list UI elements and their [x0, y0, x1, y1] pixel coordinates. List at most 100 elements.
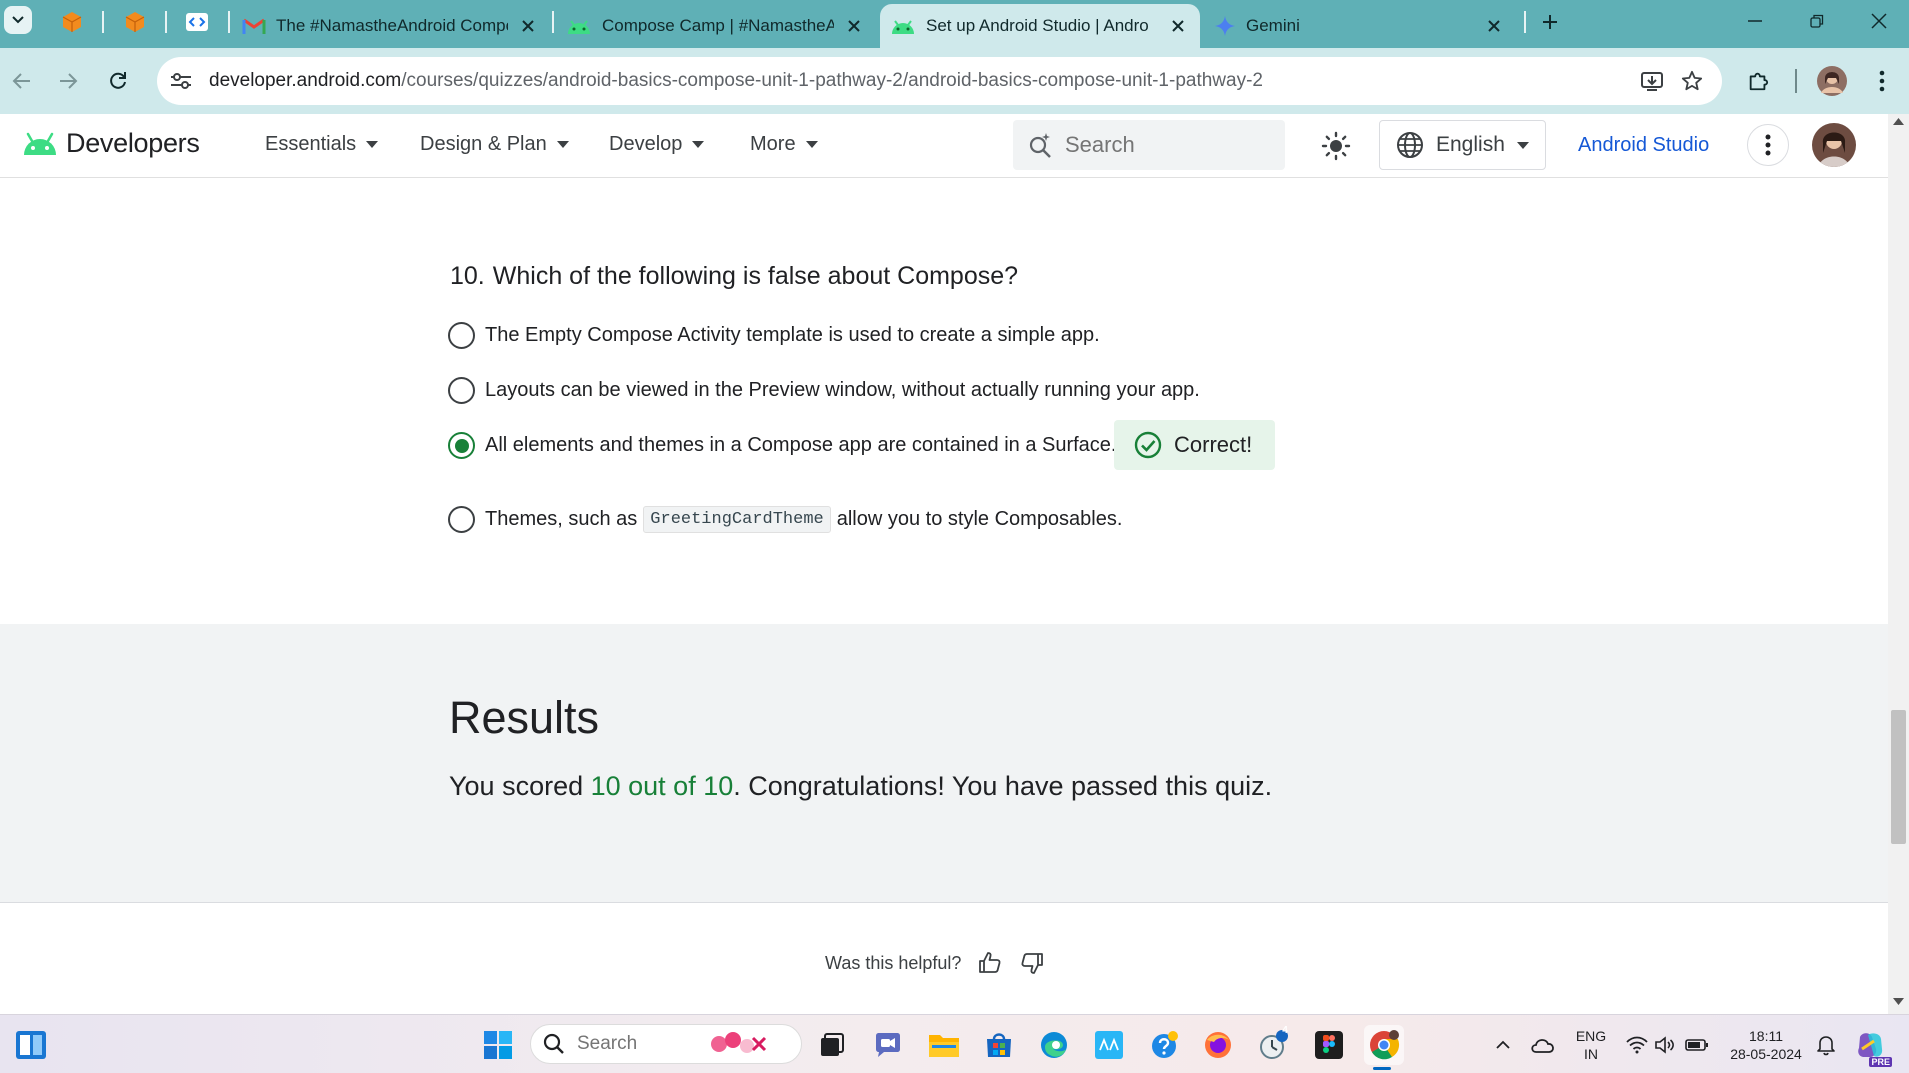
install-app-button[interactable]: [1632, 61, 1672, 101]
address-bar[interactable]: developer.android.com/courses/quizzes/an…: [157, 57, 1722, 105]
teams-chat-button[interactable]: [868, 1025, 908, 1065]
bell-icon: [1817, 1036, 1835, 1056]
tab-gemini[interactable]: Gemini: [1204, 4, 1516, 48]
clock[interactable]: 18:11 28-05-2024: [1722, 1027, 1810, 1063]
tab-setup-android-studio[interactable]: Set up Android Studio | Andro: [880, 4, 1200, 48]
caret-down-icon: [692, 141, 705, 148]
android-icon: [568, 20, 590, 34]
thumbs-up-icon: [979, 952, 1001, 973]
tab-search-button[interactable]: [4, 6, 32, 34]
figma-button[interactable]: [1309, 1025, 1349, 1065]
caret-down-icon: [805, 141, 818, 148]
battery-button[interactable]: [1677, 1025, 1717, 1065]
thumbs-down-button[interactable]: [1019, 950, 1045, 976]
close-tab-button[interactable]: [842, 14, 866, 38]
site-more-button[interactable]: [1747, 124, 1789, 166]
forward-button[interactable]: [48, 61, 88, 101]
taskbar-search-input[interactable]: [577, 1033, 707, 1055]
site-search-box[interactable]: [1013, 120, 1285, 170]
restore-button[interactable]: [1789, 0, 1845, 42]
nav-more[interactable]: More: [750, 133, 818, 156]
tune-icon: [171, 73, 191, 89]
onedrive-button[interactable]: [1523, 1025, 1563, 1065]
theme-toggle-button[interactable]: [1314, 124, 1358, 168]
reload-button[interactable]: [98, 61, 138, 101]
account-avatar[interactable]: [1812, 123, 1856, 167]
radio-button[interactable]: [448, 506, 475, 533]
file-explorer-button[interactable]: [924, 1025, 964, 1065]
code-icon: [186, 13, 208, 31]
page-scrollbar[interactable]: [1888, 114, 1909, 1014]
tab-title: Gemini: [1246, 16, 1300, 35]
minimize-button[interactable]: [1727, 0, 1783, 42]
help-button[interactable]: [1144, 1025, 1184, 1065]
answer-option[interactable]: Layouts can be viewed in the Preview win…: [448, 377, 1200, 404]
close-tab-button[interactable]: [1166, 14, 1190, 38]
radio-button[interactable]: [448, 322, 475, 349]
close-icon: [1488, 20, 1500, 32]
tab-gmail[interactable]: The #NamastheAndroid Compo: [232, 4, 550, 48]
widgets-button[interactable]: [11, 1025, 51, 1065]
shortcut-app-button[interactable]: 4: [1253, 1025, 1293, 1065]
chrome-button[interactable]: [1364, 1025, 1404, 1065]
nav-design-plan[interactable]: Design & Plan: [420, 133, 569, 156]
arrow-left-icon: [12, 73, 30, 89]
android-studio-link[interactable]: Android Studio: [1578, 134, 1709, 157]
developers-logo[interactable]: Developers: [22, 128, 200, 159]
close-tab-button[interactable]: [1482, 14, 1506, 38]
site-search-input[interactable]: [1065, 132, 1255, 158]
taskbar-search[interactable]: [530, 1024, 802, 1064]
bookmark-button[interactable]: [1672, 61, 1712, 101]
new-tab-button[interactable]: [1536, 8, 1564, 36]
helpful-prompt: Was this helpful?: [825, 952, 962, 973]
close-icon: [522, 20, 534, 32]
task-view-button[interactable]: [812, 1025, 852, 1065]
close-window-button[interactable]: [1851, 0, 1907, 42]
start-button[interactable]: [478, 1025, 518, 1065]
question-number: 10.: [450, 262, 485, 290]
clock-time: 18:11: [1749, 1028, 1783, 1044]
answer-option-selected[interactable]: All elements and themes in a Compose app…: [448, 432, 1116, 459]
results-section: Results You scored 10 out of 10. Congrat…: [0, 624, 1888, 903]
microsoft-store-button[interactable]: [979, 1025, 1019, 1065]
back-button[interactable]: [2, 61, 42, 101]
browser-menu-button[interactable]: [1862, 61, 1902, 101]
caret-down-icon: [366, 141, 379, 148]
inline-code: GreetingCardTheme: [643, 506, 831, 533]
pinned-tab-2[interactable]: [115, 6, 155, 38]
firefox-button[interactable]: [1198, 1025, 1238, 1065]
scroll-down-arrow-icon[interactable]: [1893, 998, 1904, 1005]
kebab-menu-icon: [1879, 70, 1885, 92]
answer-option[interactable]: Themes, such as GreetingCardTheme allow …: [448, 506, 1122, 533]
chevron-up-icon: [1496, 1040, 1510, 1049]
android-icon: [892, 20, 914, 34]
windows-taskbar: 4 ENG IN 18:11 28-05-2024 PRE: [0, 1014, 1909, 1073]
profile-button[interactable]: [1812, 61, 1852, 101]
site-info-button[interactable]: [163, 63, 199, 99]
thumbs-up-button[interactable]: [977, 950, 1003, 976]
tab-compose-camp[interactable]: Compose Camp | #NamastheAr: [556, 4, 876, 48]
radio-button-selected[interactable]: [448, 432, 475, 459]
show-hidden-icons-button[interactable]: [1483, 1025, 1523, 1065]
extensions-button[interactable]: [1738, 61, 1778, 101]
edge-button[interactable]: [1034, 1025, 1074, 1065]
close-tab-button[interactable]: [516, 14, 540, 38]
myhp-button[interactable]: [1089, 1025, 1129, 1065]
option-text-prefix: Themes, such as: [485, 508, 638, 530]
radio-button[interactable]: [448, 377, 475, 404]
notifications-button[interactable]: [1806, 1025, 1846, 1065]
input-language-indicator[interactable]: ENG IN: [1570, 1027, 1612, 1063]
language-selector[interactable]: English: [1379, 120, 1546, 170]
caret-down-icon: [556, 141, 569, 148]
install-icon: [1641, 72, 1663, 91]
get-help-icon: [1152, 1031, 1178, 1058]
copilot-button[interactable]: PRE: [1850, 1025, 1892, 1067]
scroll-up-arrow-icon[interactable]: [1893, 118, 1904, 125]
answer-option[interactable]: The Empty Compose Activity template is u…: [448, 322, 1100, 349]
pinned-tab-3[interactable]: [177, 6, 217, 38]
gmail-icon: [242, 18, 266, 34]
scroll-thumb[interactable]: [1891, 710, 1906, 844]
pinned-tab-1[interactable]: [52, 6, 92, 38]
nav-develop[interactable]: Develop: [609, 133, 705, 156]
nav-essentials[interactable]: Essentials: [265, 133, 379, 156]
